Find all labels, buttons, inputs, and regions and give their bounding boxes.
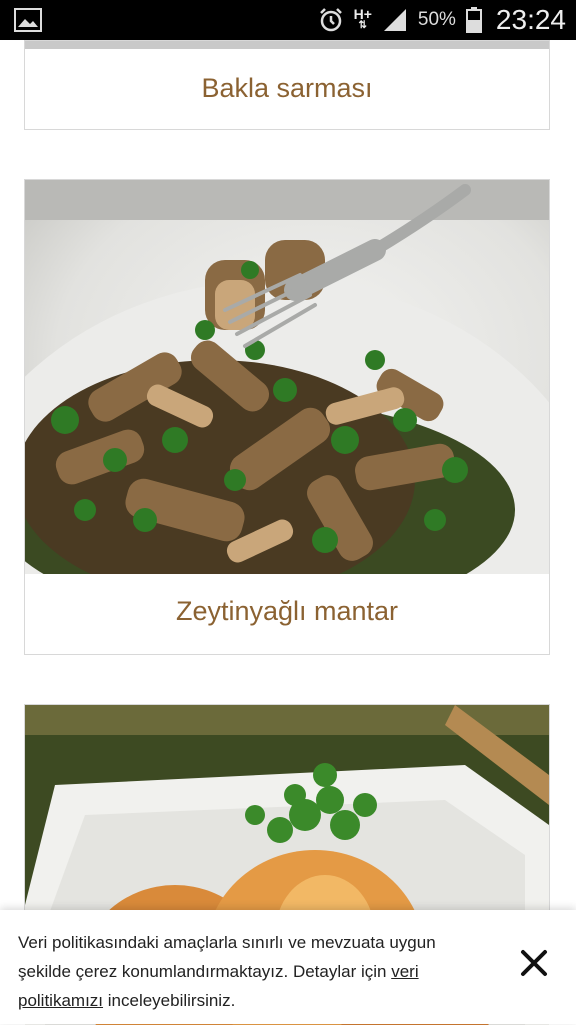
battery-icon: [465, 7, 482, 33]
cookie-consent-text: Veri politikasındaki amaçlarla sınırlı v…: [18, 928, 478, 1015]
gallery-notification-icon: [14, 8, 42, 32]
recipe-image[interactable]: [25, 180, 549, 574]
recipe-title[interactable]: Zeytinyağlı mantar: [25, 596, 549, 627]
signal-icon: [383, 9, 406, 31]
alarm-icon: [319, 8, 342, 32]
cookie-text-end: inceleyebilirsiniz.: [103, 991, 236, 1010]
clock: 23:24: [495, 4, 566, 35]
network-type-indicator: H+ ⇅: [353, 6, 372, 31]
close-icon[interactable]: [516, 945, 552, 981]
cookie-consent-banner: Veri politikasındaki amaçlarla sınırlı v…: [0, 910, 576, 1024]
recipe-title[interactable]: Bakla sarması: [25, 73, 549, 104]
cookie-text-start: Veri politikasındaki amaçlarla sınırlı v…: [18, 933, 436, 981]
battery-percent: 50%: [417, 9, 456, 30]
recipe-card[interactable]: Bakla sarması: [24, 40, 550, 130]
recipe-image-strip: [25, 41, 549, 49]
recipe-card[interactable]: Zeytinyağlı mantar: [24, 179, 550, 655]
status-bar: H+ ⇅ 50% 23:24: [0, 0, 576, 40]
